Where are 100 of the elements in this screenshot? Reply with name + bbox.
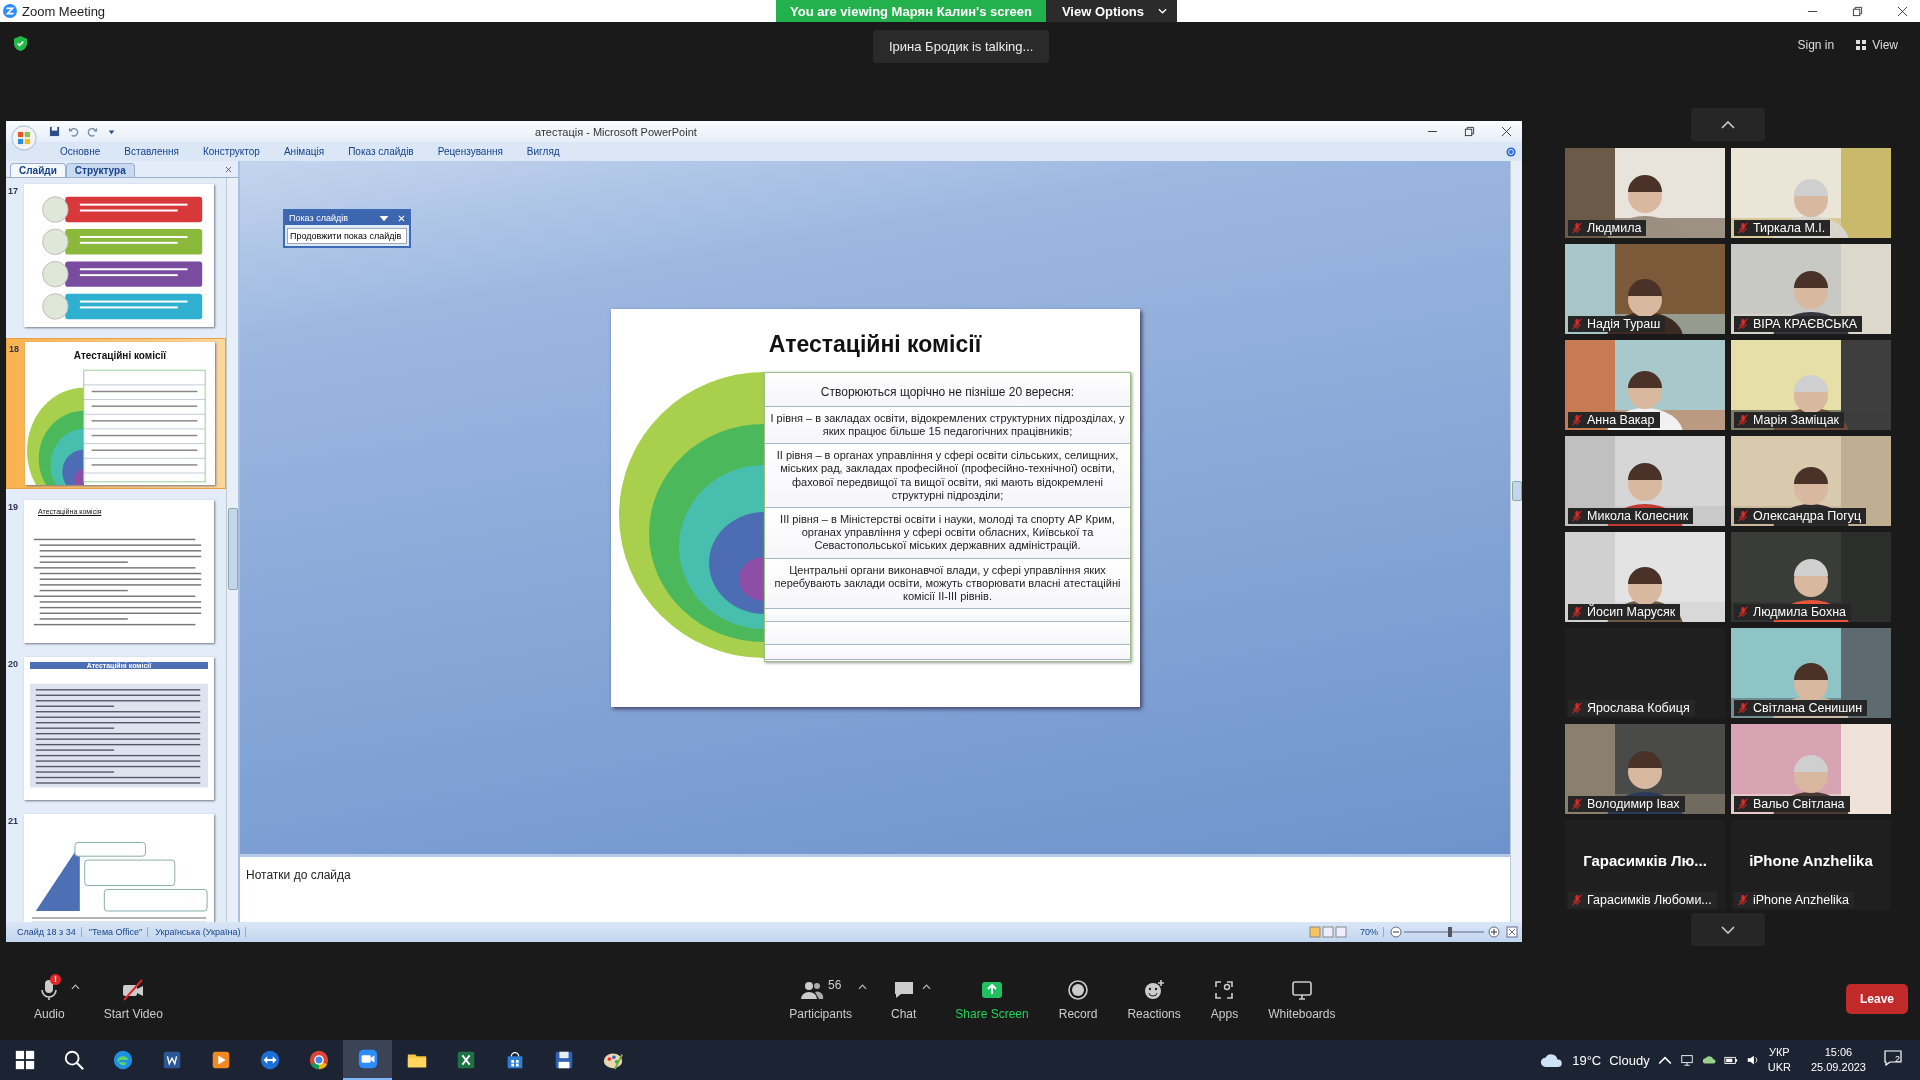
table-cell: ІІ рівня – в органах управління у сфері освіти сільських, селищних, міських рад, закладах професійної (професійно-технічної) освіти, фахової передвищої та вищої освіти, які мають відокремлені структурні підрозділи; <box>776 449 1119 501</box>
ribbon-tab[interactable]: Конструктор <box>190 144 272 159</box>
video-tile[interactable]: Світлана Сенишин <box>1731 628 1891 718</box>
slide-number: 18 <box>9 343 20 354</box>
ribbon-tab[interactable]: Основне <box>48 144 113 159</box>
clock-time[interactable]: 15:06 <box>1824 1045 1853 1060</box>
whiteboards-button[interactable]: Whiteboards <box>1262 973 1342 1025</box>
alert-badge: ! <box>50 973 61 985</box>
participant-display-name: Гарасимків Лю... <box>1583 851 1707 869</box>
video-tile[interactable]: Людмила Бохна <box>1731 532 1891 622</box>
video-tile[interactable]: iPhone Anzhelika iPhone Anzhelika <box>1731 820 1891 910</box>
cloud-sync-icon[interactable] <box>1701 1053 1716 1067</box>
pane-tab[interactable]: Структура <box>65 163 135 177</box>
scrollbar[interactable] <box>1510 161 1522 922</box>
video-tile[interactable]: Марія Заміщак <box>1731 340 1891 430</box>
video-tile[interactable]: ВІРА КРАЄВСЬКА <box>1731 244 1891 334</box>
dropdown-icon[interactable] <box>379 214 389 222</box>
view-button[interactable]: View <box>1856 34 1898 56</box>
video-tile[interactable]: Вальо Світлана <box>1731 724 1891 814</box>
chat-button[interactable]: Chat <box>885 973 923 1025</box>
caret-up-icon[interactable] <box>922 983 932 990</box>
video-camera-icon[interactable] <box>356 1048 379 1070</box>
caret-up-icon[interactable] <box>70 983 80 990</box>
scrollbar[interactable] <box>226 178 238 922</box>
sharing-banner: You are viewing Марян Калин's screen <box>776 0 1046 22</box>
participants-button[interactable]: 56 Participants <box>783 973 858 1025</box>
participant-name: Йосип Марусяк <box>1587 605 1676 619</box>
participant-name: Вальо Світлана <box>1753 797 1845 811</box>
video-tile[interactable]: Надія Тураш <box>1565 244 1725 334</box>
search-icon[interactable] <box>62 1049 85 1071</box>
record-button[interactable]: Record <box>1052 973 1104 1025</box>
restore-icon[interactable] <box>1464 126 1475 137</box>
close-icon[interactable] <box>1897 5 1908 17</box>
cloud-icon[interactable] <box>1540 1052 1565 1068</box>
video-tile[interactable]: Йосип Марусяк <box>1565 532 1725 622</box>
video-tile[interactable]: Олександра Погуц <box>1731 436 1891 526</box>
remote-arrows-icon[interactable] <box>258 1049 281 1071</box>
thumbnail-title: Атестаційні комісії <box>73 350 167 361</box>
zoom-slider-icon[interactable] <box>1390 926 1500 938</box>
network-icon[interactable] <box>1679 1053 1694 1067</box>
chevron-down-icon <box>1721 925 1735 934</box>
video-tile[interactable]: Ярослава Кобиця <box>1565 628 1725 718</box>
video-tile[interactable]: Володимир Івах <box>1565 724 1725 814</box>
video-tile[interactable]: Анна Вакар <box>1565 340 1725 430</box>
slide-thumbnail[interactable]: Атестаційні комісії <box>25 342 215 485</box>
video-tile[interactable]: Микола Колесник <box>1565 436 1725 526</box>
temperature: 19°C <box>1572 1052 1602 1068</box>
notification-icon[interactable] <box>1884 1050 1902 1066</box>
keyboard-layout[interactable]: UKR <box>1767 1060 1791 1075</box>
participant-name: iPhone Anzhelika <box>1753 893 1849 907</box>
active-app-highlight[interactable] <box>343 1040 392 1080</box>
windows-logo-icon[interactable] <box>13 1049 36 1071</box>
ribbon-tab[interactable]: Вставлення <box>112 144 191 159</box>
chrome-icon[interactable] <box>307 1049 330 1071</box>
sign-in-button[interactable]: Sign in <box>1797 34 1835 56</box>
ribbon-tab[interactable]: Вигляд <box>514 144 572 159</box>
redo-icon[interactable] <box>87 126 98 137</box>
table-cell: Центральні органи виконавчої влади, у сфері управління яких перебувають заклади освіти, можуть створювати власні атестаційні комісії ІІ-ІІІ рівнів. <box>774 563 1121 602</box>
input-language[interactable]: УКР <box>1768 1045 1790 1060</box>
ribbon-tab[interactable]: Показ слайдів <box>336 144 426 159</box>
clock-date[interactable]: 25.09.2023 <box>1810 1060 1866 1075</box>
undo-icon[interactable] <box>68 126 79 137</box>
participant-name: Володимир Івах <box>1587 797 1680 811</box>
caret-icon <box>1158 8 1168 14</box>
slide-number: 17 <box>8 185 19 196</box>
close-icon[interactable] <box>1501 126 1512 137</box>
save-icon[interactable] <box>49 126 60 137</box>
grid-icon <box>1856 40 1867 50</box>
shield-check-icon[interactable] <box>14 36 27 51</box>
restore-icon[interactable] <box>1852 5 1863 17</box>
video-tile[interactable]: Тиркала М.І. <box>1731 148 1891 238</box>
share-screen-button[interactable]: Share Screen <box>949 973 1035 1025</box>
participant-name: Анна Вакар <box>1587 413 1655 427</box>
pane-tab[interactable]: Слайди <box>10 163 66 177</box>
close-icon[interactable] <box>225 165 232 173</box>
reactions-button[interactable]: Reactions <box>1121 973 1187 1025</box>
caret-up-icon[interactable] <box>858 983 867 990</box>
status-text: Українська (Україна) <box>150 927 247 937</box>
slide-number: 19 <box>8 501 19 512</box>
leave-button[interactable]: Leave <box>1845 984 1908 1014</box>
notes-placeholder[interactable]: Нотатки до слайда <box>246 868 351 882</box>
fit-to-window-icon[interactable] <box>1506 926 1518 938</box>
participant-name: Олександра Погуц <box>1753 509 1862 523</box>
selected-slide-highlight[interactable]: 18 Атестаційні комісії <box>6 338 226 489</box>
window-title: Zoom Meeting <box>22 3 106 19</box>
apps-button[interactable]: Apps <box>1204 973 1245 1025</box>
view-options-button[interactable]: View Options <box>1045 0 1178 22</box>
browser-icon[interactable] <box>111 1049 134 1071</box>
help-icon[interactable] <box>1506 146 1516 157</box>
start-video-button[interactable]: Start Video <box>97 973 169 1025</box>
video-tile[interactable]: Гарасимків Лю... Гарасимків Любоми... <box>1565 820 1725 910</box>
talking-indicator: Ірина Бродик is talking... <box>873 30 1050 63</box>
resume-slideshow-button[interactable]: Продовжити показ слайдів <box>287 228 407 244</box>
participant-name: Людмила Бохна <box>1753 605 1846 619</box>
slide-number: 21 <box>8 815 19 826</box>
speaker-icon[interactable] <box>1745 1053 1760 1067</box>
ribbon-tab[interactable]: Анімація <box>271 144 337 159</box>
table-cell: І рівня – в закладах освіти, відокремлених структурних підрозділах, у яких працює більше 15 педагогічних працівників; <box>770 411 1125 438</box>
ribbon-tab[interactable]: Рецензування <box>425 144 515 159</box>
video-tile[interactable]: Людмила <box>1565 148 1725 238</box>
